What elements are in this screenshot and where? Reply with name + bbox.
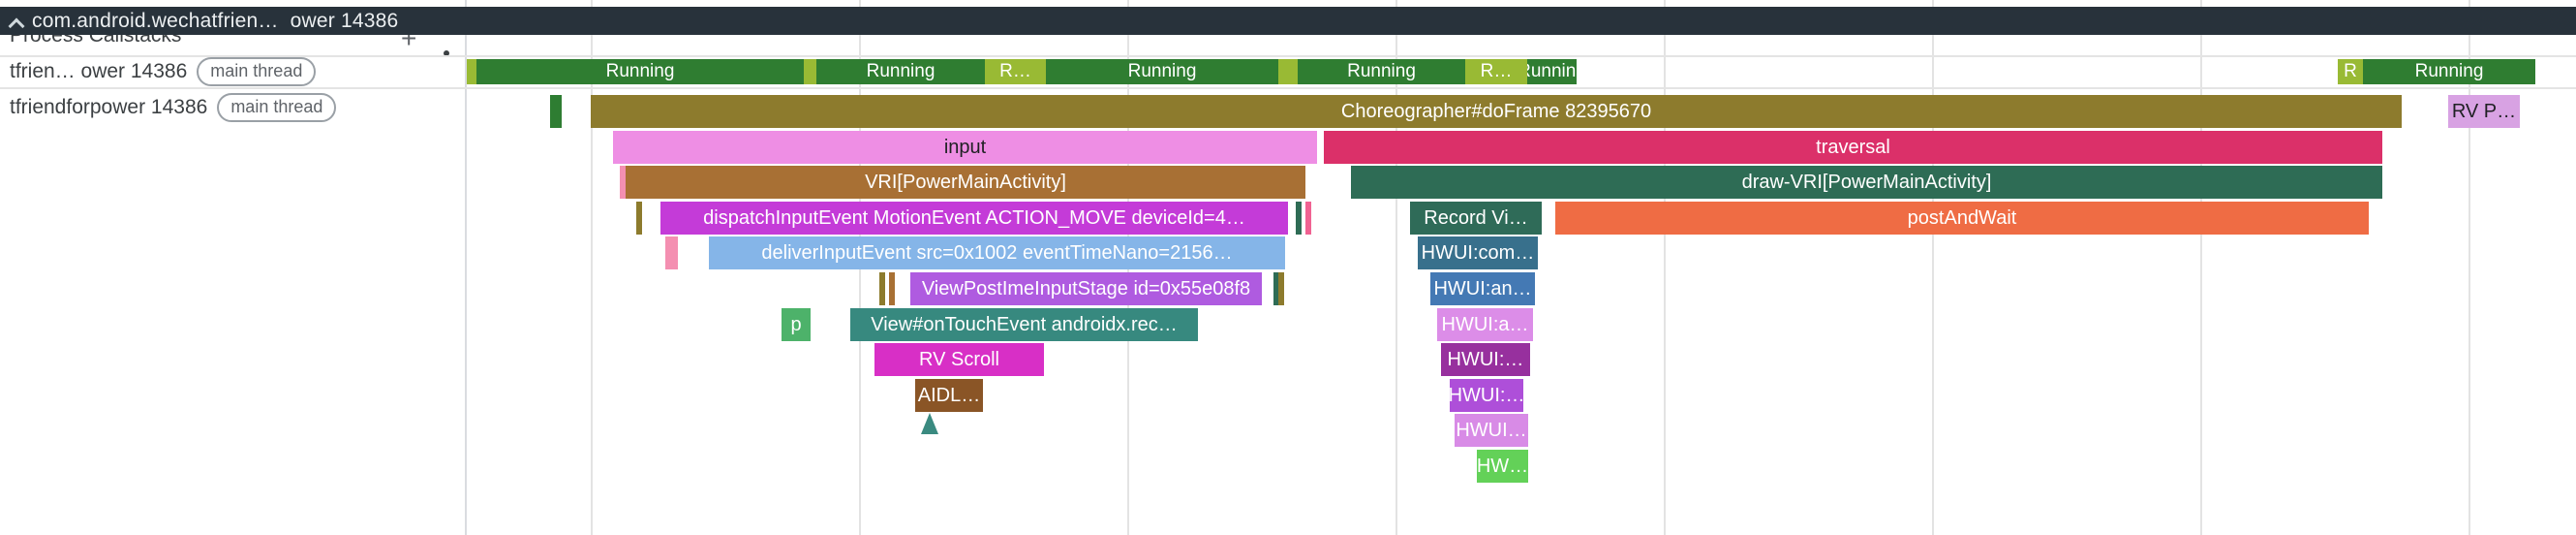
trace-slice[interactable]: HWUI… (1455, 414, 1528, 447)
trace-slice[interactable]: View#onTouchEvent androidx.rec… (850, 308, 1198, 341)
trace-slice[interactable]: R (2338, 59, 2363, 84)
trace-slice-sliver[interactable] (550, 95, 562, 128)
main-thread-badge: main thread (197, 57, 316, 86)
trace-slice[interactable]: Running (2363, 59, 2535, 84)
trace-slice[interactable]: input (613, 131, 1317, 164)
selection-arrow-marker[interactable] (921, 413, 938, 434)
trace-slice-sliver[interactable] (804, 59, 816, 84)
process-group-title: com.android.wechatfrien… ower 14386 (32, 10, 398, 33)
process-callstacks-label: Process Callstacks (10, 35, 181, 47)
process-group-header[interactable]: com.android.wechatfrien… ower 14386 (0, 7, 2576, 35)
trace-slice[interactable]: HWUI:… (1450, 379, 1523, 412)
thread-state-track-shell[interactable]: tfrien… ower 14386 main thread (10, 57, 316, 86)
trace-slice-sliver[interactable] (467, 59, 476, 84)
trace-slice[interactable]: ViewPostImeInputStage id=0x55e08f8 (910, 272, 1262, 305)
trace-slice[interactable]: HWUI:… (1441, 343, 1530, 376)
row-separator (0, 87, 2576, 89)
trace-slice[interactable]: HWUI:a… (1437, 308, 1533, 341)
trace-slice[interactable]: deliverInputEvent src=0x1002 eventTimeNa… (709, 236, 1285, 269)
trace-slice[interactable]: AIDL… (915, 379, 983, 412)
trace-slice[interactable]: p (782, 308, 811, 341)
main-thread-track-name: tfriendforpower 14386 (10, 96, 207, 119)
trace-slice-sliver[interactable] (1278, 59, 1298, 84)
trace-slice-sliver[interactable] (1305, 202, 1311, 235)
trace-slice[interactable]: Running (816, 59, 985, 84)
trace-slice[interactable]: Running (1298, 59, 1465, 84)
trace-slice[interactable]: traversal (1324, 131, 2382, 164)
trace-slice-sliver[interactable] (636, 202, 642, 235)
trace-slice[interactable]: HWUI:com… (1418, 236, 1538, 269)
thread-state-track-name: tfrien… ower 14386 (10, 60, 187, 83)
trace-slice[interactable]: R… (985, 59, 1046, 84)
trace-slice-sliver[interactable] (889, 272, 895, 305)
trace-slice[interactable]: Record Vi… (1410, 202, 1542, 235)
main-thread-track-shell[interactable]: tfriendforpower 14386 main thread (10, 93, 336, 122)
trace-slice[interactable]: HW… (1477, 450, 1528, 483)
trace-slice[interactable]: Choreographer#doFrame 82395670 (591, 95, 2402, 128)
add-icon[interactable]: + (401, 35, 416, 54)
trace-slice[interactable]: VRI[PowerMainActivity] (626, 166, 1305, 199)
trace-slice[interactable]: Running (1046, 59, 1278, 84)
trace-slice[interactable]: RV P… (2448, 95, 2520, 128)
gridline (2200, 0, 2202, 535)
main-thread-badge: main thread (217, 93, 336, 122)
more-options-icon[interactable] (444, 50, 449, 55)
row-separator (0, 55, 2576, 57)
perfetto-trace-viewer: com.android.wechatfrien… ower 14386 Proc… (0, 0, 2576, 535)
trace-slice[interactable]: HWUI:an… (1430, 272, 1535, 305)
trace-slice-sliver[interactable] (879, 272, 885, 305)
trace-slice-sliver[interactable] (665, 236, 678, 269)
trace-slice[interactable]: Running (1527, 59, 1577, 84)
collapse-chevron-icon[interactable] (10, 16, 22, 29)
gridline (1664, 0, 1666, 535)
process-callstacks-row[interactable]: Process Callstacks + (0, 35, 465, 55)
trace-slice[interactable]: postAndWait (1555, 202, 2369, 235)
trace-slice[interactable]: Running (476, 59, 804, 84)
trace-slice[interactable]: draw-VRI[PowerMainActivity] (1351, 166, 2382, 199)
trace-slice-sliver[interactable] (1296, 202, 1302, 235)
trace-slice[interactable]: R… (1465, 59, 1527, 84)
trace-slice[interactable]: dispatchInputEvent MotionEvent ACTION_MO… (660, 202, 1288, 235)
gridline (1932, 0, 1934, 535)
trace-slice-sliver[interactable] (1278, 272, 1284, 305)
trace-slice[interactable]: RV Scroll (874, 343, 1044, 376)
